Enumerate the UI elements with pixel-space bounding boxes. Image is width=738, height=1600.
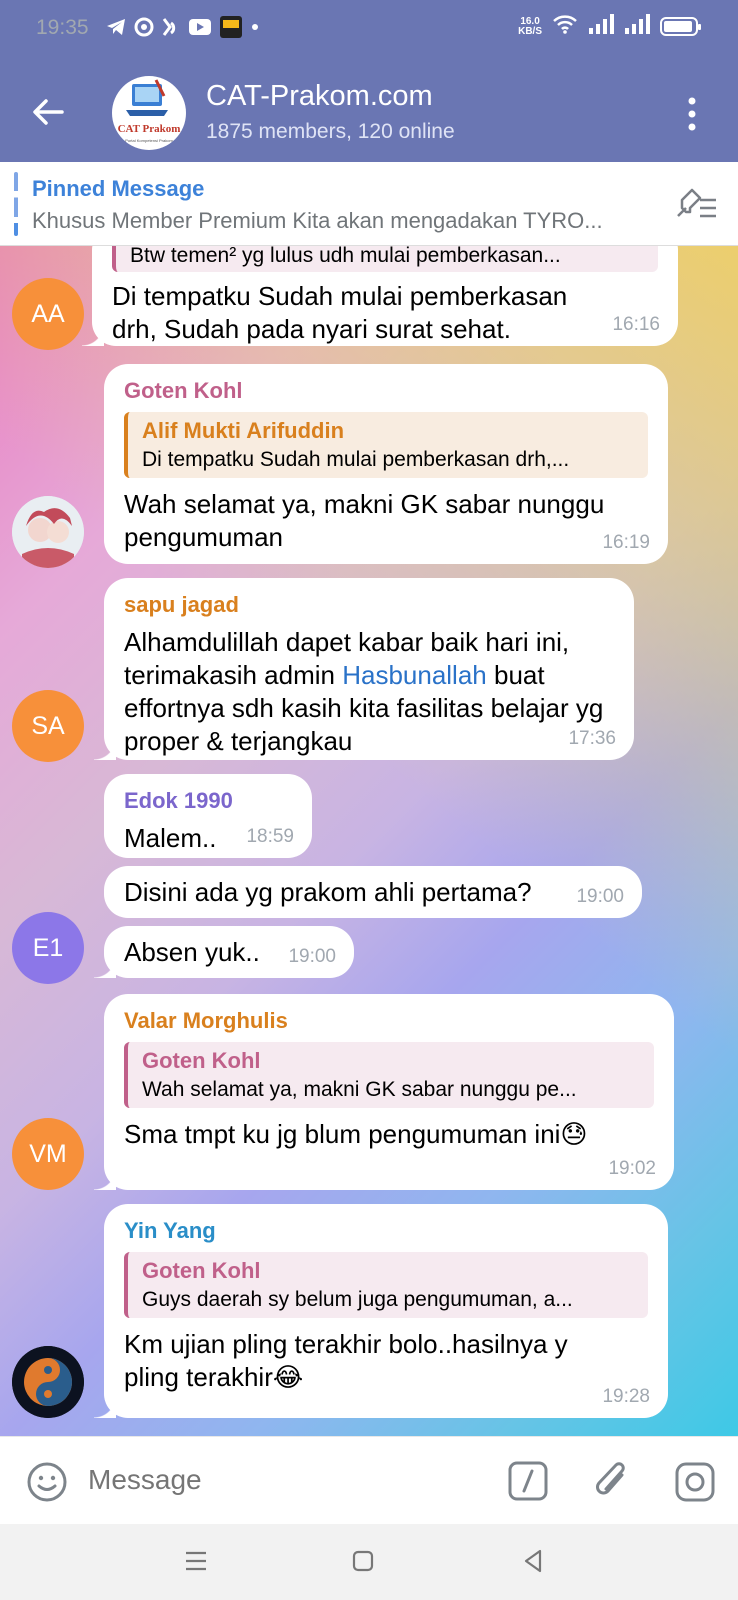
message-time: 16:19	[602, 532, 650, 553]
reply-sender: Goten Kohl	[142, 1258, 261, 1283]
emoji-icon[interactable]	[26, 1461, 68, 1503]
anime-avatar-icon	[12, 496, 84, 568]
reply-sender: Alif Mukti Arifuddin	[142, 418, 345, 443]
sender-name[interactable]: sapu jagad	[124, 592, 614, 618]
more-options-icon[interactable]	[686, 96, 698, 132]
dot-icon	[250, 22, 260, 32]
message-bubble[interactable]: Valar Morghulis Goten Kohl Wah selamat y…	[94, 994, 674, 1190]
signal-icon-2	[624, 14, 650, 39]
reply-sender: Goten Kohl	[142, 1048, 261, 1073]
bot-command-icon[interactable]	[508, 1461, 548, 1501]
reply-quote[interactable]: Alif Mukti Arifuddin Di tempatku Sudah m…	[124, 412, 648, 478]
message-bubble[interactable]: Yin Yang Goten Kohl Guys daerah sy belum…	[94, 1204, 668, 1418]
sender-name[interactable]: Edok 1990	[124, 788, 292, 814]
reply-quote[interactable]: Btw temen² yg lulus udh mulai pemberkasa…	[112, 246, 658, 272]
svg-text:Portal Kompetensi Prakom: Portal Kompetensi Prakom	[125, 138, 173, 143]
message-text: Wah selamat ya, makni GK sabar nunggu pe…	[124, 489, 605, 552]
group-logo-icon: CAT Prakom Portal Kompetensi Prakom	[118, 79, 181, 143]
message-bubble[interactable]: Absen yuk.. 19:00	[94, 926, 354, 978]
youtube-icon	[188, 18, 212, 36]
wifi-icon	[552, 14, 578, 39]
message-time: 19:28	[602, 1386, 650, 1407]
reply-text: Guys daerah sy belum juga pengumuman, a.…	[142, 1288, 573, 1311]
signal-icon-1	[588, 14, 614, 39]
back-arrow-icon[interactable]	[30, 94, 66, 130]
message-time: 18:59	[246, 826, 294, 847]
message-bubble[interactable]: Disini ada yg prakom ahli pertama? 19:00	[104, 866, 642, 918]
notification-icons	[106, 16, 260, 38]
group-avatar[interactable]: CAT Prakom Portal Kompetensi Prakom	[112, 76, 186, 150]
avatar-photo[interactable]	[12, 1346, 84, 1418]
pinned-indicator	[14, 172, 18, 236]
message-time: 17:36	[568, 728, 616, 749]
group-title[interactable]: CAT-Prakom.com	[206, 80, 433, 113]
message-input[interactable]	[88, 1457, 468, 1503]
message-input-bar	[0, 1436, 738, 1524]
avatar[interactable]: SA	[12, 690, 84, 762]
message-time: 19:02	[608, 1158, 656, 1179]
message-text: Km ujian pling terakhir bolo..hasilnya y…	[124, 1329, 568, 1392]
message-text: Alhamdulillah dapet kabar baik hari ini,…	[124, 627, 604, 756]
message-text: Sma tmpt ku jg blum pengumuman ini😓	[124, 1119, 588, 1149]
reply-text: Di tempatku Sudah mulai pemberkasan drh,…	[142, 448, 570, 471]
app-icon	[162, 17, 180, 37]
system-nav-bar	[0, 1524, 738, 1600]
avatar[interactable]: AA	[12, 278, 84, 350]
pin-list-icon[interactable]	[674, 186, 718, 222]
browser-icon	[134, 17, 154, 37]
message-bubble[interactable]: Goten Kohl Alif Mukti Arifuddin Di tempa…	[104, 364, 668, 564]
sender-name[interactable]: Goten Kohl	[124, 378, 648, 404]
message-time: 19:00	[576, 886, 624, 907]
home-icon[interactable]	[352, 1550, 374, 1572]
avatar-photo[interactable]	[12, 496, 84, 568]
message-text: Di tempatku Sudah mulai pemberkasan drh,…	[112, 281, 568, 344]
message-bubble[interactable]: Edok 1990 Malem.. 18:59	[104, 774, 312, 858]
reply-text: Btw temen² yg lulus udh mulai pemberkasa…	[130, 246, 561, 267]
yin-yang-icon	[12, 1346, 84, 1418]
battery-icon	[660, 17, 701, 36]
avatar[interactable]: E1	[12, 912, 84, 984]
pinned-title: Pinned Message	[32, 176, 205, 201]
net-speed: 16.0 KB/S	[518, 15, 542, 37]
chat-area[interactable]: Btw temen² yg lulus udh mulai pemberkasa…	[0, 246, 738, 1436]
reply-quote[interactable]: Goten Kohl Wah selamat ya, makni GK saba…	[124, 1042, 654, 1108]
telegram-icon	[106, 18, 126, 36]
message-bubble[interactable]: sapu jagad Alhamdulillah dapet kabar bai…	[94, 578, 634, 760]
status-right: 16.0 KB/S	[518, 14, 701, 39]
reply-text: Wah selamat ya, makni GK sabar nunggu pe…	[142, 1078, 577, 1101]
group-subtitle: 1875 members, 120 online	[206, 120, 455, 143]
mention-link[interactable]: Hasbunallah	[342, 660, 487, 690]
status-bar: 19:35 16.0 KB/S	[0, 0, 738, 58]
pinned-text: Khusus Member Premium Kita akan mengadak…	[32, 208, 603, 233]
sender-name[interactable]: Yin Yang	[124, 1218, 648, 1244]
top-bar: 19:35 16.0 KB/S CAT Prakom Portal Kompet…	[0, 0, 738, 162]
avatar[interactable]: VM	[12, 1118, 84, 1190]
message-text: Disini ada yg prakom ahli pertama?	[124, 877, 532, 907]
recent-apps-icon[interactable]	[184, 1550, 208, 1572]
message-time: 16:16	[612, 314, 660, 335]
allo-bank-icon	[220, 16, 242, 38]
reply-quote[interactable]: Goten Kohl Guys daerah sy belum juga pen…	[124, 1252, 648, 1318]
sender-name[interactable]: Valar Morghulis	[124, 1008, 654, 1034]
message-time: 19:00	[288, 946, 336, 967]
svg-text:CAT Prakom: CAT Prakom	[118, 123, 181, 135]
attach-icon[interactable]	[592, 1459, 632, 1503]
pinned-message-bar[interactable]: Pinned Message Khusus Member Premium Kit…	[0, 162, 738, 246]
message-bubble[interactable]: Btw temen² yg lulus udh mulai pemberkasa…	[82, 246, 678, 346]
nav-back-icon[interactable]	[522, 1548, 544, 1574]
camera-icon[interactable]	[674, 1461, 716, 1503]
